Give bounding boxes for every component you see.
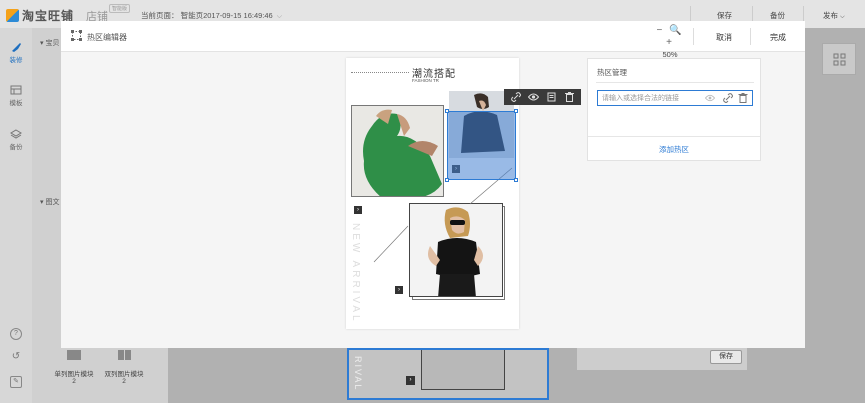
section-label: 图文 bbox=[45, 199, 60, 206]
arrow-icon: › bbox=[395, 286, 403, 294]
cancel-button[interactable]: 取消 bbox=[716, 32, 732, 43]
hotspot-frame-icon bbox=[71, 30, 82, 41]
module-single-image[interactable]: 单列图片模块 2 bbox=[49, 350, 99, 385]
module-count: 2 bbox=[122, 378, 126, 385]
link-icon[interactable] bbox=[510, 91, 522, 103]
design-canvas[interactable]: 潮流搭配 FASHION TR NEW ARRIVAL › › bbox=[346, 58, 519, 329]
arrow-icon: › bbox=[406, 376, 415, 385]
preview-vertical-text: RIVAL bbox=[353, 356, 363, 392]
resize-handle[interactable] bbox=[514, 178, 518, 182]
nav-item-template[interactable]: 模板 bbox=[0, 85, 32, 107]
delete-icon[interactable] bbox=[563, 91, 575, 103]
shop-badge: 智能版 bbox=[109, 4, 131, 13]
module-label: 单列图片模块 bbox=[54, 371, 94, 378]
left-nav: 装修 模板 备份 ? ↺ ✎ bbox=[0, 28, 32, 403]
publish-button[interactable]: 发布 ⌵ bbox=[823, 10, 845, 21]
zoom-buttons[interactable]: − 🔍 + bbox=[655, 25, 685, 49]
nav-label: 装修 bbox=[9, 57, 23, 64]
layers-icon bbox=[10, 129, 22, 139]
grid-icon bbox=[833, 53, 846, 66]
delete-icon[interactable] bbox=[738, 93, 748, 103]
diagonal-lines bbox=[373, 167, 513, 263]
hotspot-area[interactable] bbox=[445, 109, 518, 182]
current-page-selector[interactable]: 当前页面： 智能页2017-09-15 16:49:46 ⌵ bbox=[141, 10, 282, 21]
divider bbox=[588, 136, 760, 137]
edit-icon[interactable]: ✎ bbox=[10, 376, 22, 388]
hotspot-manager-title: 热区管理 bbox=[597, 68, 627, 77]
done-button[interactable]: 完成 bbox=[770, 32, 786, 43]
divider bbox=[596, 82, 754, 83]
modal-header: 热区编辑器 − 🔍 + 50% 取消 完成 bbox=[61, 21, 805, 59]
resize-handle[interactable] bbox=[445, 178, 449, 182]
template-icon bbox=[10, 85, 22, 95]
publish-label: 发布 bbox=[823, 11, 838, 20]
divider bbox=[752, 6, 753, 22]
chevron-down-icon: ⌵ bbox=[840, 14, 845, 20]
nav-label: 模板 bbox=[9, 100, 23, 107]
brush-icon bbox=[12, 43, 21, 52]
divider bbox=[693, 28, 694, 45]
eye-icon[interactable] bbox=[705, 93, 715, 103]
resize-handle[interactable] bbox=[514, 109, 518, 113]
single-image-icon bbox=[67, 350, 81, 360]
chevron-down-icon: ⌵ bbox=[276, 13, 283, 20]
section-header[interactable]: ▾ 图文 bbox=[40, 197, 59, 207]
module-count: 2 bbox=[72, 378, 76, 385]
double-image-icon bbox=[99, 350, 149, 360]
layout-tool-button[interactable] bbox=[822, 43, 856, 75]
arrow-icon: › bbox=[354, 206, 362, 214]
divider bbox=[803, 6, 804, 22]
background-save-button[interactable]: 保存 bbox=[710, 350, 742, 364]
zoom-control: − 🔍 + 50% bbox=[655, 25, 685, 59]
module-double-image[interactable]: 双列图片模块 2 bbox=[99, 350, 149, 385]
hotspot-link-row bbox=[597, 90, 753, 106]
nav-item-backup[interactable]: 备份 bbox=[0, 129, 32, 151]
hotspot-toolbar bbox=[504, 89, 581, 105]
nav-label: 备份 bbox=[9, 144, 23, 151]
link-input[interactable] bbox=[602, 93, 702, 103]
divider bbox=[750, 28, 751, 45]
new-arrival-text: NEW ARRIVAL bbox=[350, 223, 361, 324]
section-header[interactable]: ▾ 宝贝 bbox=[40, 38, 59, 48]
hotspot-manager-panel: 热区管理 添加热区 bbox=[587, 58, 761, 161]
section-label: 宝贝 bbox=[45, 40, 60, 47]
selected-module-preview[interactable]: RIVAL › bbox=[347, 348, 549, 400]
backup-top-button[interactable]: 备份 bbox=[770, 10, 785, 21]
eye-icon[interactable] bbox=[528, 91, 540, 103]
divider bbox=[690, 6, 691, 22]
nav-item-decorate[interactable]: 装修 bbox=[0, 42, 32, 64]
refresh-icon[interactable]: ↺ bbox=[10, 352, 22, 364]
module-label: 双列图片模块 bbox=[104, 371, 144, 378]
help-icon[interactable]: ? bbox=[10, 328, 22, 340]
resize-handle[interactable] bbox=[445, 109, 449, 113]
current-page-label: 当前页面： 智能页2017-09-15 16:49:46 bbox=[141, 11, 273, 20]
modal-title: 热区编辑器 bbox=[87, 33, 127, 42]
preview-image bbox=[421, 350, 505, 390]
hotspot-editor-modal: 热区编辑器 − 🔍 + 50% 取消 完成 潮流搭配 FASHION TR NE… bbox=[61, 21, 805, 348]
save-top-button[interactable]: 保存 bbox=[717, 10, 732, 21]
copy-icon[interactable] bbox=[545, 91, 557, 103]
logo-mark-icon bbox=[6, 9, 19, 22]
link-icon[interactable] bbox=[723, 93, 733, 103]
add-hotspot-button[interactable]: 添加热区 bbox=[588, 144, 760, 155]
